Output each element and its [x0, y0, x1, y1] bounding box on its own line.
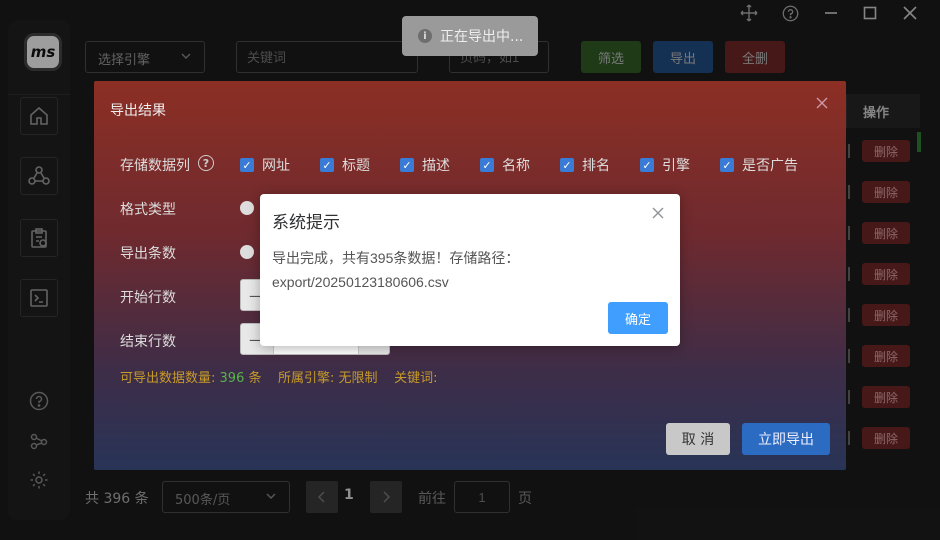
message-line-1: 导出完成，共有395条数据！存储路径： — [272, 250, 520, 266]
toast-text: 正在导出中... — [440, 29, 524, 45]
engine-info: 所属引擎: 无限制 — [278, 371, 378, 386]
column-checkbox-label: 网址 — [262, 158, 290, 174]
column-checkbox-label: 名称 — [502, 158, 530, 174]
close-icon[interactable] — [816, 97, 828, 113]
column-checkbox-label: 是否广告 — [742, 158, 798, 174]
available-unit: 条 — [248, 371, 262, 386]
available-prefix: 可导出数据数量: — [120, 371, 216, 386]
app-window: ms 选择引擎 关键词 页码，如1 筛选 导出 全删 操作 删除 删除 删除 删… — [0, 0, 940, 540]
close-icon[interactable] — [652, 207, 664, 223]
count-radio[interactable] — [240, 245, 254, 259]
cancel-button[interactable]: 取 消 — [666, 423, 730, 455]
export-now-button[interactable]: 立即导出 — [742, 423, 830, 455]
column-checkbox[interactable]: ✓ 标题 — [320, 155, 370, 175]
toast-message: i 正在导出中... — [402, 16, 538, 56]
start-row-label: 开始行数 — [120, 290, 176, 306]
system-message-box: 系统提示 导出完成，共有395条数据！存储路径： export/20250123… — [260, 194, 680, 346]
checkbox-checked-icon: ✓ — [640, 158, 654, 172]
column-checkbox-label: 排名 — [582, 158, 610, 174]
column-checkbox-label: 标题 — [342, 158, 370, 174]
available-info: 可导出数据数量: 396 条 所属引擎: 无限制 关键词: — [120, 367, 437, 386]
info-icon: i — [418, 29, 432, 43]
checkbox-checked-icon: ✓ — [480, 158, 494, 172]
column-checkbox[interactable]: ✓ 名称 — [480, 155, 530, 175]
message-body: 导出完成，共有395条数据！存储路径： export/2025012318060… — [272, 246, 668, 294]
format-label: 格式类型 — [120, 202, 176, 218]
export-dialog-title: 导出结果 — [110, 103, 166, 119]
help-icon[interactable]: ? — [198, 155, 214, 171]
column-checkbox[interactable]: ✓ 网址 — [240, 155, 290, 175]
columns-label: 存储数据列 — [120, 158, 190, 174]
message-file-path: export/20250123180606.csv — [272, 274, 449, 290]
checkbox-checked-icon: ✓ — [560, 158, 574, 172]
count-label: 导出条数 — [120, 246, 176, 262]
keyword-info: 关键词: — [394, 371, 438, 386]
checkbox-checked-icon: ✓ — [240, 158, 254, 172]
format-radio[interactable] — [240, 201, 254, 215]
checkbox-checked-icon: ✓ — [400, 158, 414, 172]
column-checkbox-label: 引擎 — [662, 158, 690, 174]
ok-button[interactable]: 确定 — [608, 302, 668, 334]
column-checkbox[interactable]: ✓ 描述 — [400, 155, 450, 175]
checkbox-checked-icon: ✓ — [720, 158, 734, 172]
message-title: 系统提示 — [272, 213, 340, 233]
column-checkbox[interactable]: ✓ 引擎 — [640, 155, 690, 175]
end-row-label: 结束行数 — [120, 334, 176, 350]
column-checkbox[interactable]: ✓ 是否广告 — [720, 155, 798, 175]
column-checkbox[interactable]: ✓ 排名 — [560, 155, 610, 175]
checkbox-checked-icon: ✓ — [320, 158, 334, 172]
available-count: 396 — [219, 371, 245, 386]
column-checkbox-label: 描述 — [422, 158, 450, 174]
